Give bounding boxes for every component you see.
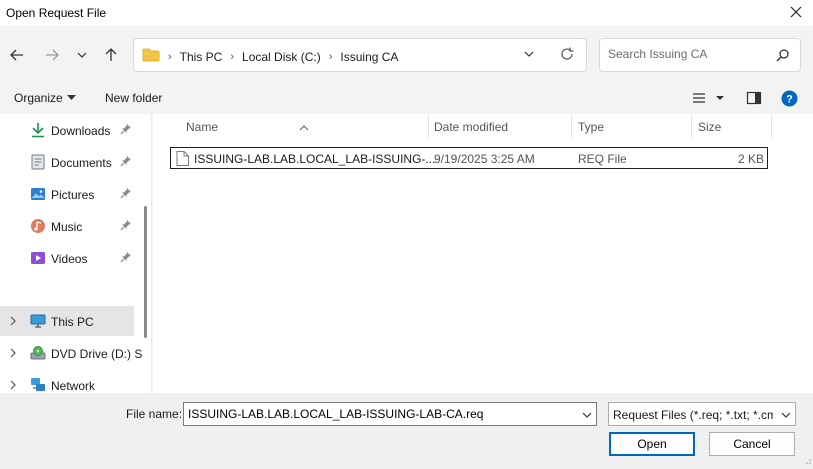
back-arrow-icon[interactable] [6,44,28,66]
chevron-down-icon[interactable] [781,409,791,423]
download-icon [30,122,46,138]
organize-button[interactable]: Organize [14,91,76,105]
column-divider[interactable] [691,116,692,138]
up-arrow-icon[interactable] [100,44,122,66]
window-title: Open Request File [6,6,107,20]
file-size: 2 KB [737,152,764,166]
file-name-combobox[interactable] [183,402,597,426]
pin-icon[interactable] [120,251,132,266]
music-icon [30,218,46,234]
sidebar-item-dvd-drive[interactable]: DVD Drive (D:) S [0,338,142,368]
file-name: ISSUING-LAB.LAB.LOCAL_LAB-ISSUING-... [194,152,436,166]
sidebar-item-label: Videos [51,252,88,266]
file-type: REQ File [578,152,627,166]
file-date: 9/19/2025 3:25 AM [434,152,535,166]
file-name-label: File name: [126,407,183,421]
chevron-down-icon [66,95,76,100]
computer-icon [30,313,46,329]
pin-icon[interactable] [120,219,132,234]
sidebar-item-label: Music [51,220,83,234]
cancel-button[interactable]: Cancel [709,432,795,456]
sidebar-item-videos[interactable]: Videos [0,243,138,273]
svg-text:?: ? [786,94,793,106]
chevron-right-icon[interactable] [9,347,17,361]
organize-label: Organize [14,91,63,105]
address-dropdown-icon[interactable] [524,48,534,62]
new-folder-label: New folder [105,91,163,105]
sidebar-scrollbar[interactable] [144,206,147,338]
sidebar-item-network[interactable]: Network [0,370,138,393]
folder-icon [142,48,160,65]
sidebar-item-label: Pictures [51,188,95,202]
dvd-drive-icon [30,345,46,361]
chevron-right-icon[interactable] [9,379,17,393]
column-divider[interactable] [428,116,429,138]
recent-locations-chevron-icon[interactable] [71,44,93,66]
breadcrumb-issuing-ca[interactable]: Issuing CA [340,50,398,64]
search-icon[interactable] [776,48,790,65]
file-icon [176,151,189,169]
sidebar-item-label: Documents [51,156,112,170]
dialog-footer: File name: Request Files (*.req; *.txt; … [0,393,813,469]
sort-ascending-icon [299,120,309,134]
file-type-select[interactable]: Request Files (*.req; *.txt; *.cmc [608,402,796,426]
sidebar-item-label: Network [51,379,96,393]
chevron-down-icon[interactable] [582,409,592,423]
sidebar-item-downloads[interactable]: Downloads [0,115,138,145]
forward-arrow-icon[interactable] [41,44,63,66]
chevron-right-icon: › [230,50,235,63]
table-row[interactable]: ISSUING-LAB.LAB.LOCAL_LAB-ISSUING-... 9/… [170,147,768,169]
sidebar-item-pictures[interactable]: Pictures [0,179,138,209]
file-type-filter-value: Request Files (*.req; *.txt; *.cmc [613,408,773,422]
sidebar-item-label: DVD Drive (D:) S [51,347,143,361]
preview-pane-icon[interactable] [746,90,762,109]
new-folder-button[interactable]: New folder [105,91,162,105]
breadcrumb-local-disk[interactable]: Local Disk (C:) [242,50,321,64]
open-button[interactable]: Open [609,432,695,456]
help-icon[interactable]: ? [781,90,798,110]
column-header-row: Name Date modified Type Size [153,114,813,140]
chevron-right-icon[interactable] [9,315,17,329]
sidebar-item-label: This PC [51,315,94,329]
network-icon [30,377,46,393]
close-icon[interactable] [787,3,805,21]
chevron-right-icon: › [168,50,172,63]
sidebar-item-label: Downloads [51,124,111,138]
file-list: Name Date modified Type Size ISSUING-LAB… [153,114,813,393]
view-options-icon[interactable] [692,90,726,109]
videos-icon [30,250,46,266]
column-header-name[interactable]: Name [186,120,218,134]
column-header-type[interactable]: Type [578,120,604,134]
pictures-icon [30,186,46,202]
documents-icon [30,154,46,170]
title-bar: Open Request File [0,0,813,26]
pin-icon[interactable] [120,155,132,170]
chevron-right-icon: › [328,50,333,63]
file-name-input[interactable] [188,407,568,421]
breadcrumb-this-pc[interactable]: This PC [180,50,223,64]
column-header-date[interactable]: Date modified [434,120,508,134]
navigation-bar: › This PC › Local Disk (C:) › Issuing CA [0,26,813,84]
command-bar: Organize New folder ? [0,84,813,114]
address-bar[interactable]: › This PC › Local Disk (C:) › Issuing CA [133,38,587,72]
column-header-size[interactable]: Size [698,120,721,134]
sidebar-item-music[interactable]: Music [0,211,138,241]
pin-icon[interactable] [120,123,132,138]
resize-grip-icon[interactable] [803,453,811,467]
column-divider[interactable] [771,116,772,138]
navigation-pane: Downloads Documents Pictures Music Video… [0,114,152,393]
sidebar-item-this-pc[interactable]: This PC [0,306,134,336]
sidebar-item-documents[interactable]: Documents [0,147,138,177]
pin-icon[interactable] [120,187,132,202]
refresh-icon[interactable] [559,46,575,65]
search-box[interactable] [599,38,801,72]
column-divider[interactable] [571,116,572,138]
search-input[interactable] [608,47,768,61]
breadcrumb: › This PC › Local Disk (C:) › Issuing CA [142,48,398,65]
